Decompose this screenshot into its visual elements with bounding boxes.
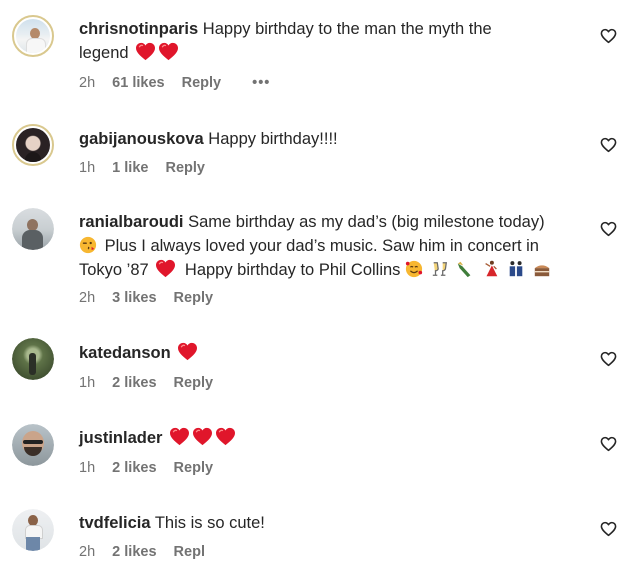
comment-username[interactable]: tvdfelicia bbox=[79, 514, 151, 532]
comment-time: 1h bbox=[79, 375, 96, 391]
avatar-photo bbox=[16, 19, 50, 53]
comment-text: Happy birthday to the man the myth the bbox=[202, 20, 492, 38]
like-heart-icon[interactable] bbox=[600, 521, 617, 537]
comment-likes[interactable]: 2 likes bbox=[112, 375, 156, 391]
red-heart-emoji bbox=[193, 427, 213, 446]
red-heart-emoji bbox=[136, 42, 156, 61]
comment-likes[interactable]: 1 like bbox=[112, 160, 148, 176]
like-heart-icon[interactable] bbox=[600, 221, 617, 237]
reply-button[interactable]: Repl bbox=[174, 544, 205, 560]
avatar-photo bbox=[12, 509, 54, 551]
red-heart-emoji bbox=[156, 259, 176, 278]
reply-button[interactable]: Reply bbox=[174, 460, 214, 476]
avatar[interactable] bbox=[12, 424, 54, 466]
comment-username[interactable]: gabijanouskova bbox=[79, 130, 204, 148]
avatar-photo bbox=[12, 424, 54, 466]
avatar-photo bbox=[12, 338, 54, 380]
comment-meta: 1h 2 likes Reply bbox=[79, 460, 226, 476]
comment-text: legend bbox=[79, 44, 129, 62]
avatar[interactable] bbox=[12, 124, 54, 166]
comment-time: 2h bbox=[79, 290, 96, 306]
comment-text: This is so cute! bbox=[154, 514, 265, 532]
comment-likes[interactable]: 2 likes bbox=[112, 460, 156, 476]
comment-text: Plus I always loved your dad’s music. Sa… bbox=[104, 237, 539, 255]
comment-likes[interactable]: 61 likes bbox=[112, 75, 164, 91]
avatar-photo bbox=[12, 208, 54, 250]
comment-text: Happy birthday!!!! bbox=[208, 130, 338, 148]
comment-time: 2h bbox=[79, 544, 96, 560]
comment-meta: 2h 61 likes Reply ••• bbox=[79, 75, 283, 91]
champagne-emoji bbox=[458, 261, 471, 278]
comment-time: 1h bbox=[79, 160, 96, 176]
comment-meta: 2h 2 likes Repl bbox=[79, 544, 218, 560]
like-heart-icon[interactable] bbox=[600, 351, 617, 367]
cake-emoji bbox=[534, 265, 550, 277]
comment-text: Tokyo ’87 bbox=[79, 261, 149, 279]
comment-username[interactable]: katedanson bbox=[79, 344, 171, 362]
red-heart-emoji bbox=[159, 42, 179, 61]
more-options-icon[interactable]: ••• bbox=[252, 75, 270, 91]
reply-button[interactable]: Reply bbox=[165, 160, 205, 176]
avatar[interactable] bbox=[12, 509, 54, 551]
like-heart-icon[interactable] bbox=[600, 436, 617, 452]
red-heart-emoji bbox=[170, 427, 190, 446]
like-heart-icon[interactable] bbox=[600, 28, 617, 44]
red-heart-emoji bbox=[216, 427, 236, 446]
reply-button[interactable]: Reply bbox=[174, 375, 214, 391]
winking-kiss-emoji bbox=[79, 236, 97, 254]
comment-text: Same birthday as my dad’s (big milestone… bbox=[188, 213, 545, 231]
comment-time: 1h bbox=[79, 460, 96, 476]
red-heart-emoji bbox=[178, 342, 198, 361]
comment-meta: 2h 3 likes Reply bbox=[79, 290, 226, 306]
avatar-photo bbox=[16, 128, 50, 162]
comment-time: 2h bbox=[79, 75, 96, 91]
dancers-emoji bbox=[510, 261, 523, 277]
comment-text: Happy birthday to Phil Collins bbox=[184, 261, 401, 279]
clinking-glasses-emoji bbox=[432, 262, 447, 276]
comment-meta: 1h 2 likes Reply bbox=[79, 375, 226, 391]
comment-likes[interactable]: 2 likes bbox=[112, 544, 156, 560]
comment-username[interactable]: ranialbaroudi bbox=[79, 213, 184, 231]
smiling-hearts-emoji bbox=[405, 260, 423, 278]
like-heart-icon[interactable] bbox=[600, 137, 617, 153]
comment-username[interactable]: chrisnotinparis bbox=[79, 20, 198, 38]
comment-username[interactable]: justinlader bbox=[79, 429, 162, 447]
avatar[interactable] bbox=[12, 15, 54, 57]
reply-button[interactable]: Reply bbox=[182, 75, 222, 91]
reply-button[interactable]: Reply bbox=[174, 290, 214, 306]
avatar[interactable] bbox=[12, 208, 54, 250]
comment-meta: 1h 1 like Reply bbox=[79, 160, 218, 176]
avatar[interactable] bbox=[12, 338, 54, 380]
comment-likes[interactable]: 3 likes bbox=[112, 290, 156, 306]
dancer-emoji bbox=[485, 260, 498, 277]
